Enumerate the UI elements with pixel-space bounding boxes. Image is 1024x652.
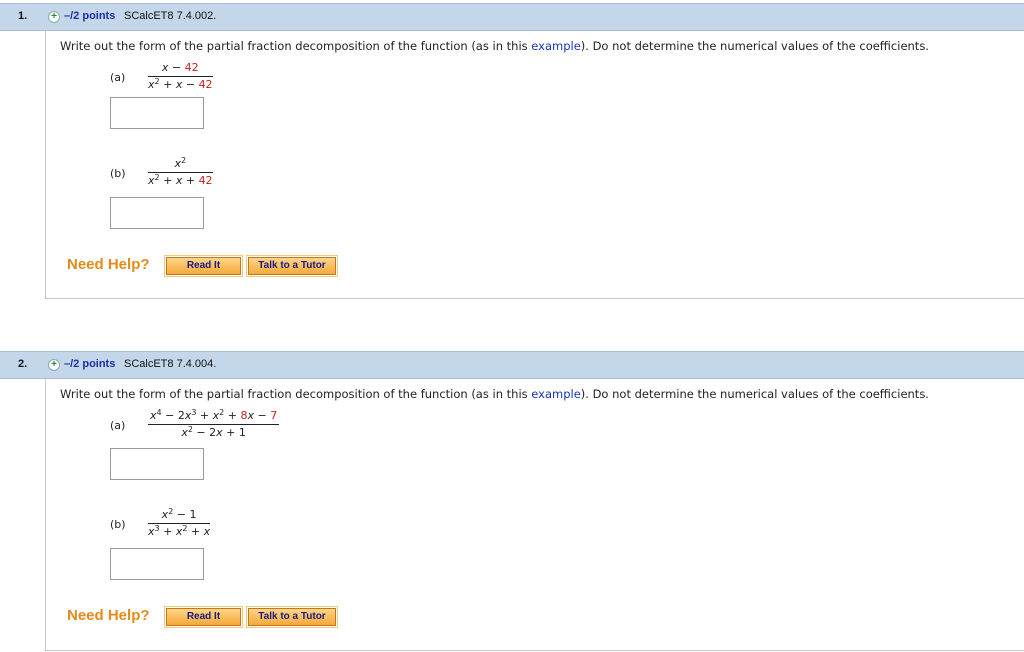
denominator: x2 − 2x + 1 [181, 425, 246, 440]
talk-to-tutor-button[interactable]: Talk to a Tutor [246, 606, 338, 628]
expand-plus-icon[interactable]: + [48, 11, 60, 23]
talk-to-tutor-button[interactable]: Talk to a Tutor [246, 255, 338, 277]
points-label[interactable]: –/2 points [64, 358, 115, 370]
question-1-body: Write out the form of the partial fracti… [45, 31, 1024, 299]
fraction-1a: x − 42 x2 + x − 42 [148, 61, 213, 92]
part-b-label: (b) [110, 518, 126, 531]
source-label: SCalcET8 7.4.004. [124, 358, 217, 370]
part-b-label: (b) [110, 167, 126, 180]
numerator: x2 − 1 [148, 508, 211, 524]
read-it-button[interactable]: Read It [164, 255, 243, 277]
question-number: 2. [18, 358, 28, 370]
need-help-label: Need Help? [67, 607, 150, 624]
fraction-2a: x4 − 2x3 + x2 + 8x − 7 x2 − 2x + 1 [148, 409, 280, 440]
read-it-button[interactable]: Read It [164, 606, 243, 628]
points-label[interactable]: –/2 points [64, 10, 115, 22]
question-2-header: 2. + –/2 points SCalcET8 7.4.004. [0, 351, 1024, 379]
numerator: x4 − 2x3 + x2 + 8x − 7 [148, 409, 280, 425]
numerator: x2 [148, 157, 213, 173]
instruction-text: Write out the form of the partial fracti… [60, 387, 929, 401]
need-help-label: Need Help? [67, 256, 150, 273]
answer-input-1a[interactable] [110, 97, 204, 129]
denominator: x2 + x + 42 [148, 173, 213, 188]
answer-input-2a[interactable] [110, 448, 204, 480]
source-label: SCalcET8 7.4.002. [124, 10, 217, 22]
question-1-header: 1. + –/2 points SCalcET8 7.4.002. [0, 3, 1024, 31]
numerator: x − 42 [148, 61, 213, 77]
answer-input-2b[interactable] [110, 548, 204, 580]
denominator: x2 + x − 42 [148, 77, 213, 92]
expand-plus-icon[interactable]: + [48, 359, 60, 371]
instruction-text: Write out the form of the partial fracti… [60, 39, 929, 53]
part-a-label: (a) [110, 71, 126, 84]
fraction-1b: x2 x2 + x + 42 [148, 157, 213, 188]
answer-input-1b[interactable] [110, 197, 204, 229]
question-2-body: Write out the form of the partial fracti… [45, 379, 1024, 651]
part-a-label: (a) [110, 419, 126, 432]
fraction-2b: x2 − 1 x3 + x2 + x [148, 508, 211, 539]
example-link[interactable]: example [531, 387, 581, 401]
example-link[interactable]: example [531, 39, 581, 53]
question-number: 1. [18, 10, 28, 22]
denominator: x3 + x2 + x [148, 524, 211, 539]
